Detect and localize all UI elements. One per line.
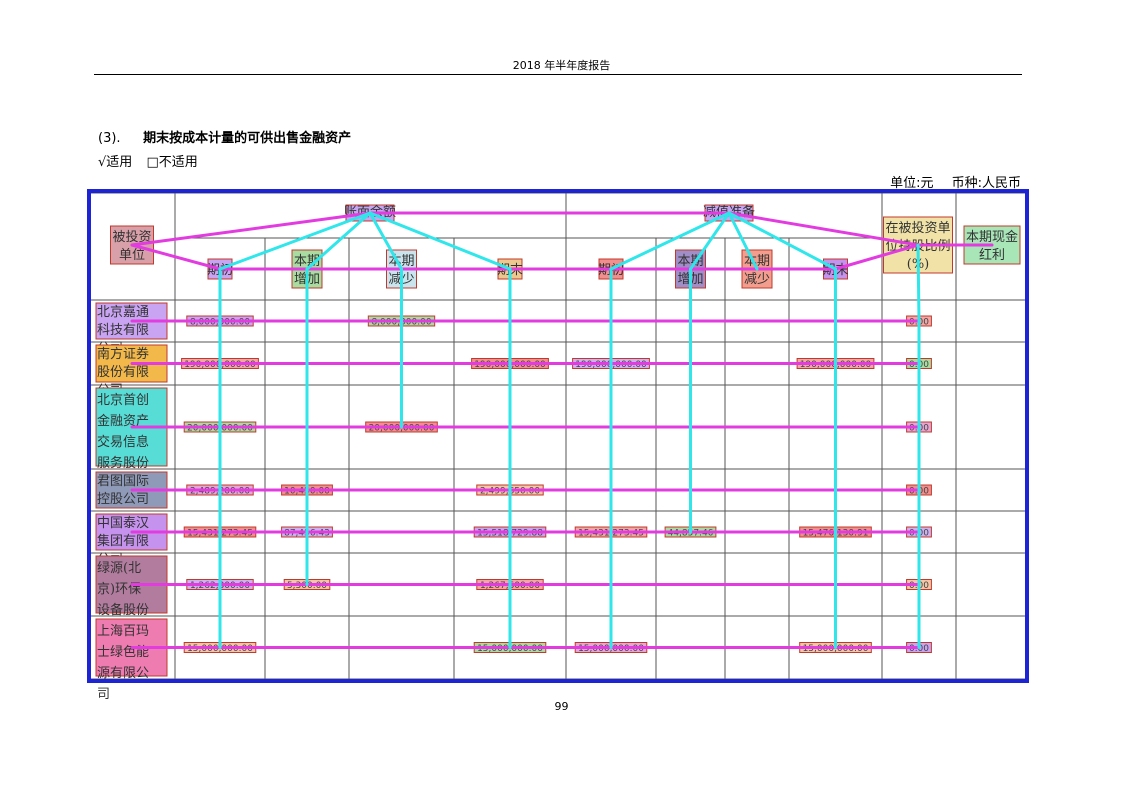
page-number: 99	[554, 700, 569, 713]
table-frame	[87, 189, 1029, 683]
